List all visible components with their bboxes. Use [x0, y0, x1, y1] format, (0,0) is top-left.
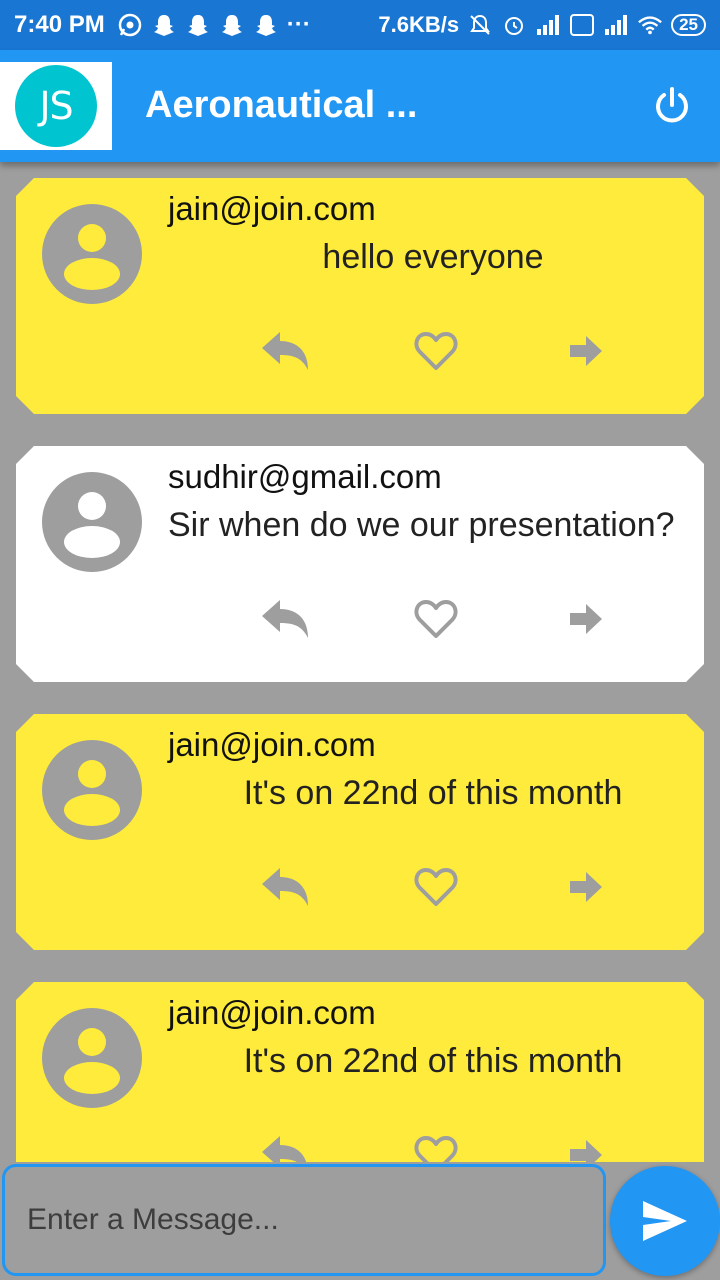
status-time: 7:40 PM [14, 11, 105, 38]
network-speed: 7.6KB/s [378, 12, 460, 37]
message-card: jain@join.com It's on 22nd of this month [16, 982, 704, 1162]
status-bar: 7:40 PM ··· 7.6KB/s 25 [0, 0, 720, 50]
snapchat-icon [151, 12, 177, 38]
reply-icon [262, 868, 308, 906]
message-feed[interactable]: jain@join.com hello everyone sudhir@gmai… [0, 162, 720, 1162]
like-button[interactable] [410, 596, 462, 642]
heart-icon [414, 868, 458, 906]
user-avatar-icon [42, 472, 142, 572]
forward-button[interactable] [560, 328, 612, 374]
message-card: jain@join.com It's on 22nd of this month [16, 714, 704, 950]
alarm-icon [501, 12, 527, 38]
message-card: jain@join.com hello everyone [16, 178, 704, 414]
signal-icon [535, 12, 561, 38]
message-text: hello everyone [322, 238, 544, 276]
message-text: It's on 22nd of this month [243, 1042, 623, 1080]
user-avatar-icon [42, 1008, 142, 1108]
like-button[interactable] [410, 328, 462, 374]
more-notifications-icon: ··· [286, 11, 311, 38]
send-button[interactable] [610, 1166, 720, 1276]
logo-avatar: JS [15, 65, 97, 147]
battery-indicator: 25 [671, 14, 706, 36]
message-text: It's on 22nd of this month [243, 774, 623, 812]
message-sender: jain@join.com [168, 994, 376, 1031]
reply-button[interactable] [260, 1132, 312, 1162]
forward-button[interactable] [560, 1132, 612, 1162]
status-left: 7:40 PM ··· [14, 11, 311, 39]
heart-icon [414, 1136, 458, 1162]
page-title: Aeronautical ... [145, 84, 418, 126]
power-icon [656, 87, 688, 123]
snapchat-icon [219, 12, 245, 38]
forward-arrow-icon [570, 336, 602, 366]
message-actions [16, 1132, 704, 1162]
message-sender: sudhir@gmail.com [168, 458, 442, 495]
user-avatar-icon [42, 740, 142, 840]
volte-icon [569, 12, 595, 38]
send-icon [643, 1201, 687, 1241]
whatsapp-icon [117, 12, 143, 38]
logout-button[interactable] [652, 86, 692, 126]
like-button[interactable] [410, 864, 462, 910]
reply-button[interactable] [260, 864, 312, 910]
reply-icon [262, 1136, 308, 1162]
chat-screen: 7:40 PM ··· 7.6KB/s 25 JS Aeronautical .… [0, 0, 720, 1280]
status-right: 7.6KB/s 25 [378, 12, 706, 38]
reply-button[interactable] [260, 596, 312, 642]
message-card: sudhir@gmail.com Sir when do we our pres… [16, 446, 704, 682]
forward-button[interactable] [560, 864, 612, 910]
forward-arrow-icon [570, 1140, 602, 1162]
reply-button[interactable] [260, 328, 312, 374]
composer-bar [0, 1162, 720, 1280]
like-button[interactable] [410, 1132, 462, 1162]
message-sender: jain@join.com [168, 190, 376, 227]
heart-icon [414, 332, 458, 370]
forward-button[interactable] [560, 596, 612, 642]
message-input[interactable] [2, 1164, 606, 1276]
message-actions [16, 328, 704, 378]
message-sender: jain@join.com [168, 726, 376, 763]
wifi-icon [637, 12, 663, 38]
logo: JS [0, 62, 112, 150]
notifications-off-icon [467, 12, 493, 38]
signal-icon [603, 12, 629, 38]
message-actions [16, 596, 704, 646]
message-actions [16, 864, 704, 914]
reply-icon [262, 600, 308, 638]
message-text: Sir when do we our presentation? [168, 506, 675, 544]
forward-arrow-icon [570, 872, 602, 902]
heart-icon [414, 600, 458, 638]
app-bar: JS Aeronautical ... [0, 50, 720, 162]
snapchat-icon [253, 12, 279, 38]
forward-arrow-icon [570, 604, 602, 634]
user-avatar-icon [42, 204, 142, 304]
reply-icon [262, 332, 308, 370]
snapchat-icon [185, 12, 211, 38]
